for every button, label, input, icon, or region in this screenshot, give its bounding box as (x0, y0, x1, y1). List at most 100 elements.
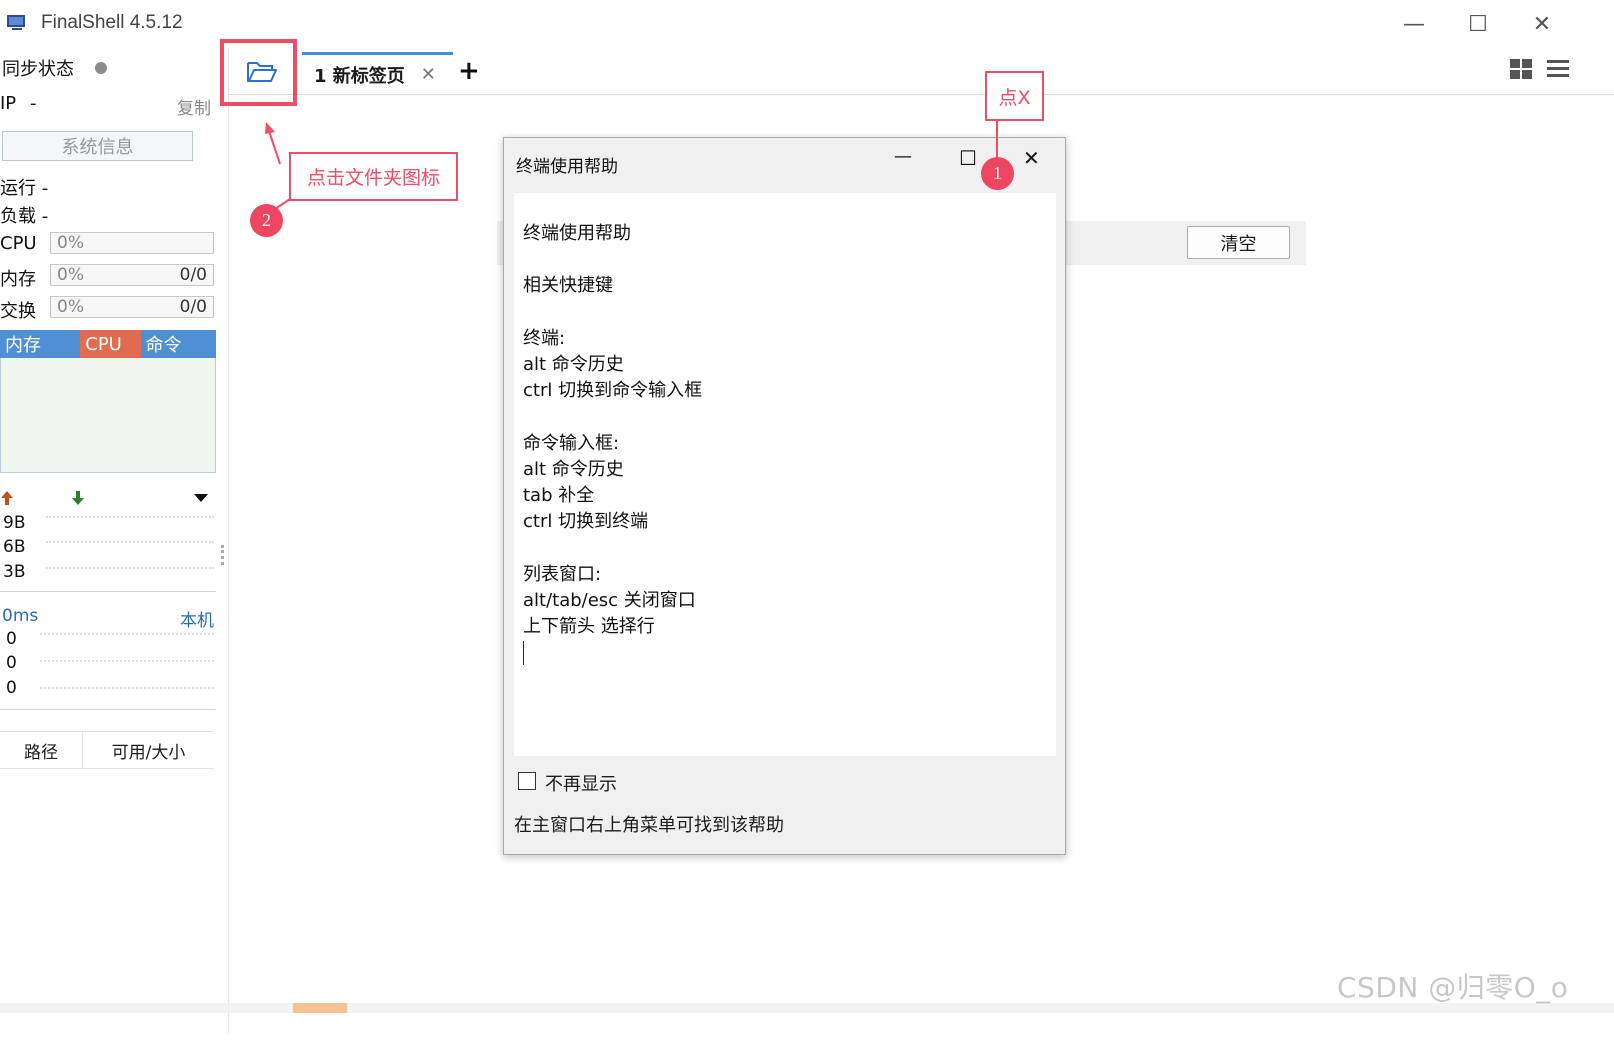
divider (0, 591, 216, 592)
status-bar-accent (293, 1003, 347, 1013)
help-line (523, 535, 1046, 561)
grid-layout-icon[interactable] (1509, 58, 1533, 80)
help-text-area[interactable]: 终端使用帮助 相关快捷键终端: alt 命令历史 ctrl 切换到命令输入框 命令输入框… (514, 193, 1056, 756)
add-tab-button[interactable]: + (458, 56, 480, 86)
help-line: tab 补全 (523, 484, 595, 506)
sync-status-label: 同步状态 (2, 59, 74, 80)
size-column-header[interactable]: 可用/大小 (83, 732, 214, 768)
folder-highlight-box (220, 39, 297, 106)
help-line: alt 命令历史 (523, 353, 624, 375)
net-gridline (46, 516, 214, 518)
memory-label: 内存 (0, 269, 36, 290)
help-line: 命令输入框: (523, 432, 620, 454)
watermark-text: CSDN @归零O_o (1337, 971, 1569, 1004)
close-icon: ✕ (1023, 146, 1040, 170)
sidebar-resize-handle[interactable] (221, 545, 228, 565)
help-line: 上下箭头 选择行 (523, 615, 655, 637)
swap-usage: 0/0 (179, 297, 207, 317)
swap-value: 0% (57, 297, 84, 317)
ping-value-1: 0 (6, 629, 17, 649)
tab-close-icon[interactable]: ✕ (421, 64, 436, 85)
ping-label: 0ms (2, 606, 39, 626)
text-caret-line (523, 640, 1046, 666)
dialog-close-button[interactable]: ✕ (1023, 146, 1040, 170)
copy-ip-link[interactable]: 复制 (177, 94, 211, 119)
memory-meter: 0% 0/0 (50, 264, 214, 286)
ping-value-2: 0 (6, 653, 17, 673)
help-line: 终端: (523, 327, 566, 349)
tab-label: 1 新标签页 (314, 65, 405, 87)
download-arrow-icon (72, 491, 84, 505)
net-gridline (46, 567, 214, 569)
minimize-button[interactable]: — (1391, 8, 1437, 40)
upload-arrow-icon (1, 491, 13, 505)
window-title: FinalShell 4.5.12 (41, 12, 183, 33)
help-line: alt/tab/esc 关闭窗口 (523, 589, 696, 611)
annotation-step1-label: 点X (985, 71, 1044, 121)
help-line (523, 300, 1046, 326)
run-label: 运行 - (0, 178, 49, 199)
help-line: 终端使用帮助 (523, 223, 631, 244)
ip-label: IP (0, 93, 17, 114)
help-line: alt 命令历史 (523, 458, 624, 480)
annotation-step2-number: 2 (250, 204, 283, 237)
sync-status-dot-icon (95, 62, 107, 74)
system-info-button[interactable]: 系统信息 (2, 131, 193, 161)
memory-value: 0% (57, 265, 84, 285)
swap-meter: 0% 0/0 (50, 296, 214, 318)
help-line: 相关快捷键 (523, 275, 613, 297)
cpu-meter: 0% (50, 232, 214, 254)
finalshell-app-icon (7, 15, 25, 30)
load-label: 负载 - (0, 206, 49, 227)
maximize-icon: ☐ (959, 146, 977, 170)
dialog-maximize-button[interactable]: ☐ (959, 146, 977, 170)
help-line: ctrl 切换到命令输入框 (523, 380, 703, 402)
annotation-connector (996, 121, 998, 159)
maximize-button[interactable]: ☐ (1455, 8, 1501, 40)
annotation-step2-label: 点击文件夹图标 (289, 152, 458, 201)
process-tab-command[interactable]: 命令 (140, 330, 216, 358)
cpu-label: CPU (0, 233, 37, 254)
net-level-3: 3B (3, 562, 26, 582)
text-caret (523, 641, 524, 666)
dialog-minimize-button[interactable]: — (894, 146, 912, 167)
dialog-title: 终端使用帮助 (516, 157, 618, 177)
swap-label: 交换 (0, 301, 36, 322)
ping-gridline (40, 687, 214, 689)
ping-host-label: 本机 (180, 611, 214, 631)
minimize-icon: — (894, 146, 912, 167)
ping-gridline (40, 660, 214, 662)
process-tab-memory[interactable]: 内存 (0, 330, 81, 358)
network-dropdown-icon[interactable] (193, 493, 209, 503)
minimize-icon: — (1403, 11, 1425, 37)
process-tab-cpu[interactable]: CPU (80, 330, 141, 358)
clear-button[interactable]: 清空 (1187, 226, 1290, 259)
help-line (523, 247, 1046, 273)
help-line: 列表窗口: (523, 563, 602, 585)
help-line: ctrl 切换到终端 (523, 511, 649, 533)
net-level-2: 6B (3, 537, 26, 557)
process-list[interactable] (0, 358, 216, 473)
dont-show-label[interactable]: 不再显示 (545, 770, 617, 796)
hamburger-menu-icon[interactable] (1546, 58, 1570, 80)
ip-value: - (30, 93, 37, 114)
tab-new-tab[interactable]: 1 新标签页 ✕ (302, 52, 453, 94)
dont-show-checkbox[interactable] (518, 772, 536, 790)
annotation-arrow-icon (265, 122, 281, 165)
net-gridline (46, 541, 214, 543)
ping-gridline (40, 633, 214, 635)
close-button[interactable]: ✕ (1519, 8, 1565, 40)
disk-table-header: 路径 可用/大小 (0, 731, 214, 769)
memory-usage: 0/0 (179, 265, 207, 285)
help-line (523, 404, 1046, 430)
divider (0, 709, 216, 710)
path-column-header[interactable]: 路径 (0, 732, 83, 768)
process-tabs: 内存 CPU 命令 (0, 330, 216, 358)
maximize-icon: ☐ (1468, 11, 1488, 37)
cpu-value: 0% (57, 233, 84, 253)
dialog-footer-note: 在主窗口右上角菜单可找到该帮助 (514, 815, 784, 836)
annotation-step1-number: 1 (981, 157, 1014, 190)
terminal-help-dialog: 终端使用帮助 — ☐ ✕ 终端使用帮助 相关快捷键终端: alt 命令历史 ctrl … (503, 137, 1066, 855)
ping-value-3: 0 (6, 678, 17, 698)
net-level-1: 9B (3, 513, 26, 533)
